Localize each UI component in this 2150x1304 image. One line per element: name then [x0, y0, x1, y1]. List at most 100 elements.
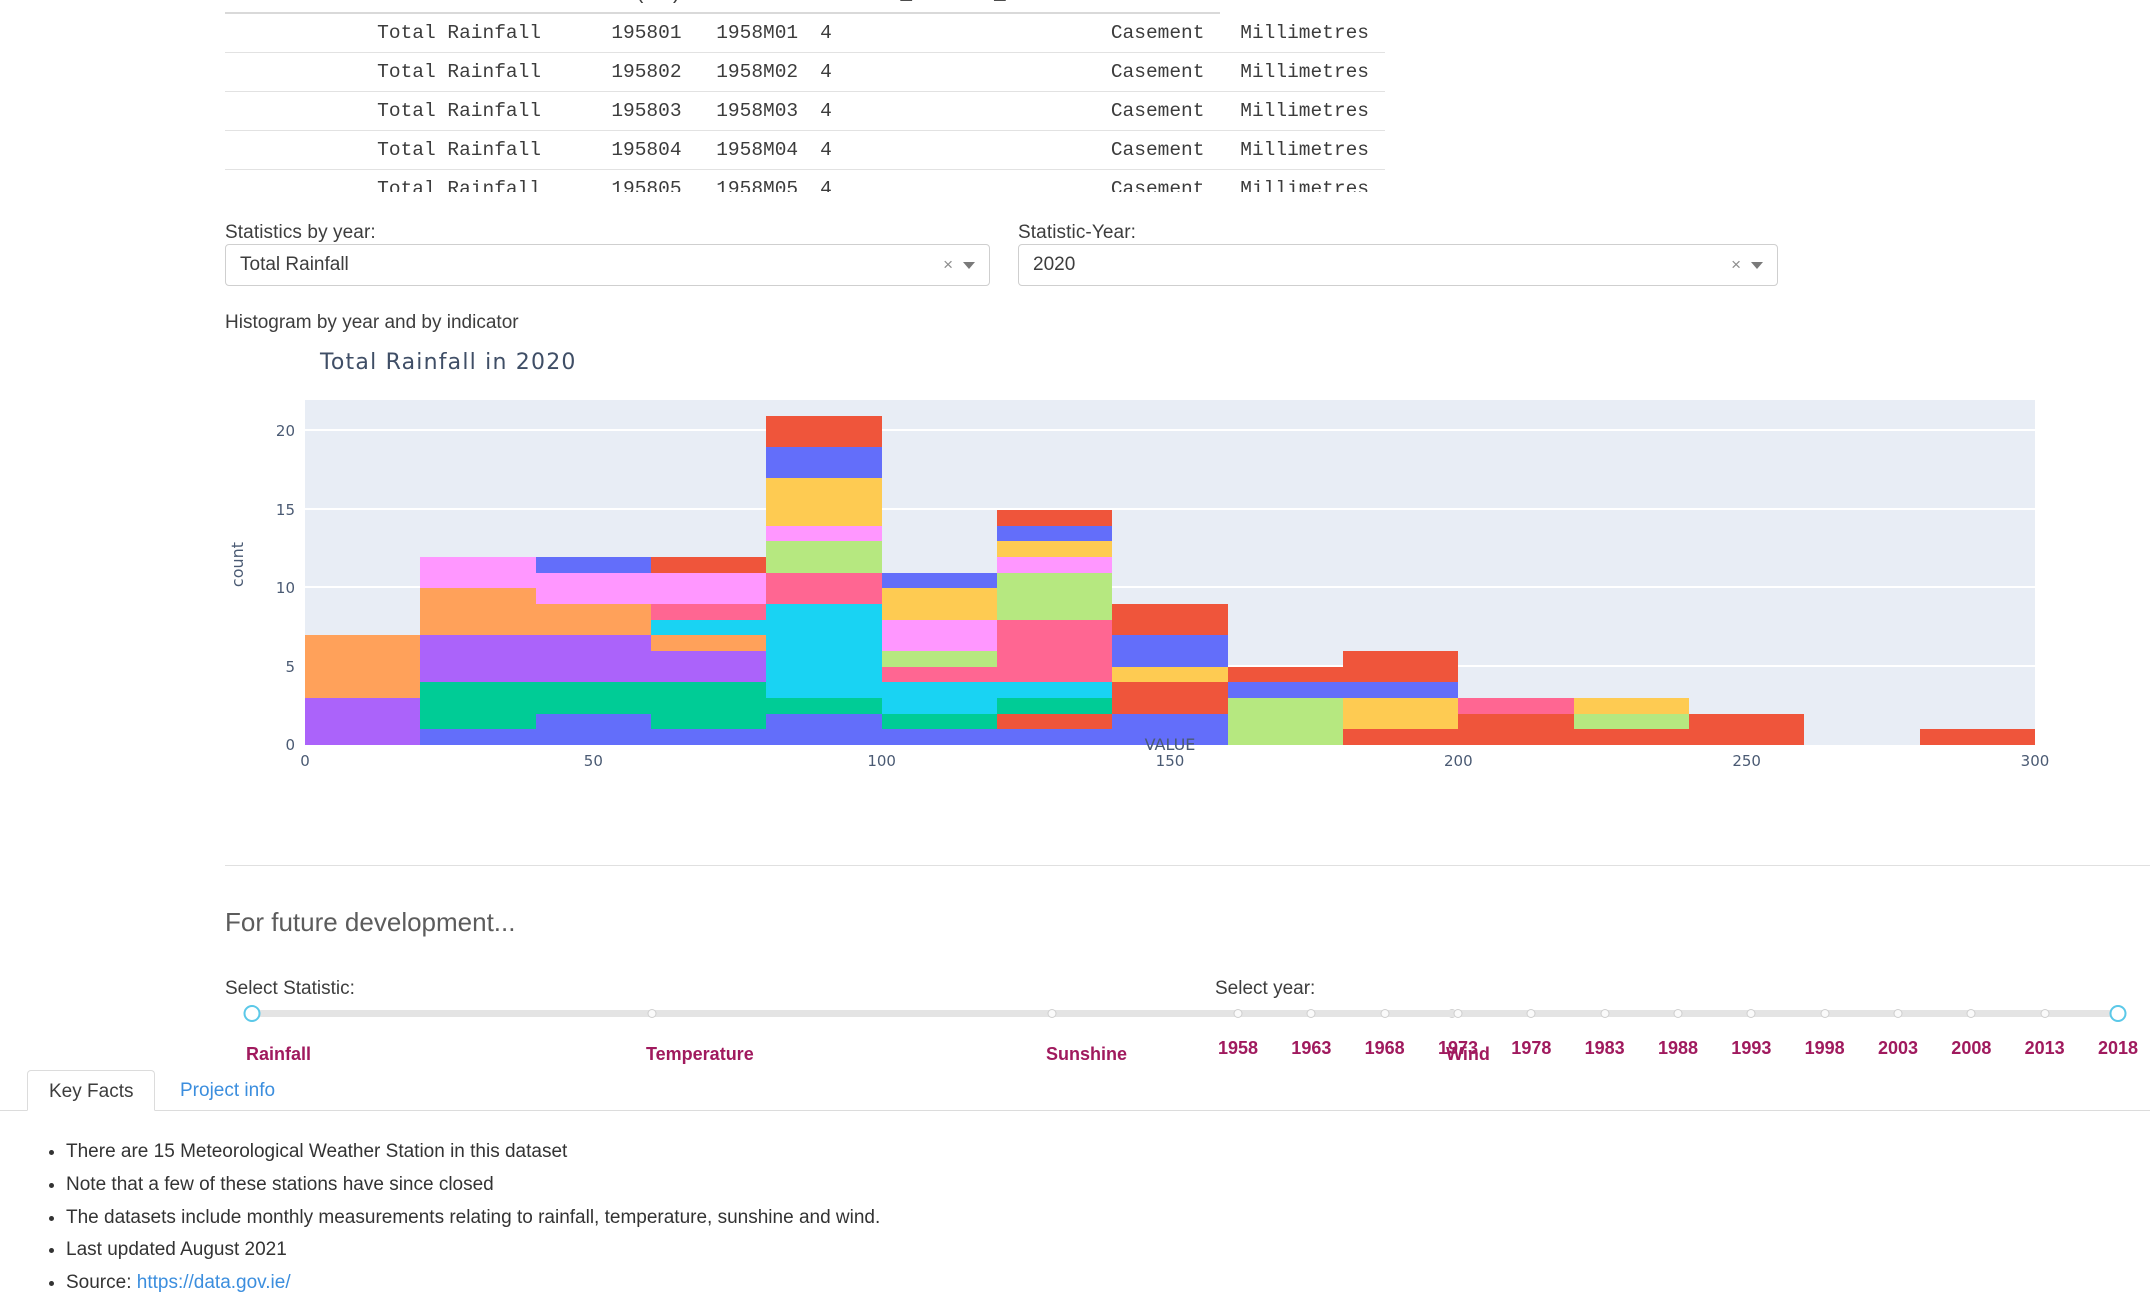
- histogram-bar-segment[interactable]: [1343, 650, 1459, 683]
- histogram-bar-segment[interactable]: [535, 603, 651, 636]
- year-slider-handle[interactable]: [2109, 1005, 2127, 1022]
- histogram-bar-segment[interactable]: [535, 572, 651, 604]
- histogram-bar[interactable]: [766, 415, 882, 745]
- year-slider-option[interactable]: 2018: [2098, 1038, 2138, 1059]
- histogram-bar[interactable]: [881, 557, 997, 745]
- year-select[interactable]: 2020 ×: [1018, 244, 1778, 286]
- year-slider-tick[interactable]: [2040, 1009, 2050, 1018]
- statistic-slider-handle[interactable]: [243, 1005, 261, 1022]
- chevron-down-icon[interactable]: [1751, 261, 1763, 269]
- year-slider-tick[interactable]: [1233, 1009, 1243, 1018]
- histogram-bar-segment[interactable]: [997, 682, 1113, 698]
- histogram-bar-segment[interactable]: [1112, 603, 1228, 636]
- year-slider-tick[interactable]: [1600, 1009, 1610, 1018]
- histogram-bar-segment[interactable]: [651, 635, 767, 651]
- statistic-select[interactable]: Total Rainfall ×: [225, 244, 990, 286]
- statistic-slider-option[interactable]: Rainfall: [246, 1044, 311, 1065]
- clear-icon[interactable]: ×: [943, 255, 963, 275]
- histogram-bar-segment[interactable]: [1343, 682, 1459, 698]
- histogram-bar-segment[interactable]: [651, 682, 767, 730]
- histogram-bar-segment[interactable]: [766, 415, 882, 448]
- year-slider-option[interactable]: 1968: [1365, 1038, 1405, 1059]
- year-slider-tick[interactable]: [1966, 1009, 1976, 1018]
- histogram-bar-segment[interactable]: [1343, 697, 1459, 730]
- histogram-bar-segment[interactable]: [766, 541, 882, 573]
- year-slider-option[interactable]: 1978: [1511, 1038, 1551, 1059]
- year-slider-tick[interactable]: [1306, 1009, 1316, 1018]
- histogram-bar-segment[interactable]: [1573, 697, 1689, 714]
- histogram-bar-segment[interactable]: [766, 697, 882, 714]
- histogram-bar-segment[interactable]: [881, 572, 997, 589]
- histogram-bar-segment[interactable]: [997, 541, 1113, 557]
- clear-icon[interactable]: ×: [1731, 255, 1751, 275]
- year-slider-tick[interactable]: [1820, 1009, 1830, 1018]
- histogram-bar[interactable]: [420, 556, 536, 745]
- year-slider-option[interactable]: 2003: [1878, 1038, 1918, 1059]
- histogram-bar-segment[interactable]: [1573, 713, 1689, 730]
- histogram-bar-segment[interactable]: [766, 603, 882, 698]
- histogram-bar-segment[interactable]: [997, 556, 1113, 573]
- histogram-bar-segment[interactable]: [535, 635, 651, 683]
- year-slider-option[interactable]: 1993: [1731, 1038, 1771, 1059]
- year-slider-option[interactable]: 1958: [1218, 1038, 1258, 1059]
- histogram-bar[interactable]: [1112, 603, 1228, 745]
- histogram-bar-segment[interactable]: [1112, 666, 1228, 683]
- year-slider-option[interactable]: 1973: [1438, 1038, 1478, 1059]
- year-slider-option[interactable]: 1988: [1658, 1038, 1698, 1059]
- year-slider-option[interactable]: 1983: [1585, 1038, 1625, 1059]
- year-slider-tick[interactable]: [1893, 1009, 1903, 1018]
- histogram-bar-segment[interactable]: [766, 525, 882, 542]
- statistic-slider-option[interactable]: Temperature: [646, 1044, 754, 1065]
- histogram-bar-segment[interactable]: [881, 619, 997, 651]
- histogram-bar-segment[interactable]: [420, 588, 536, 636]
- histogram-bar-segment[interactable]: [766, 572, 882, 604]
- chevron-down-icon[interactable]: [963, 261, 975, 269]
- histogram-bar[interactable]: [535, 556, 651, 745]
- statistic-slider-tick[interactable]: [647, 1009, 657, 1018]
- histogram-bar-segment[interactable]: [766, 447, 882, 479]
- histogram-bar-segment[interactable]: [305, 635, 421, 698]
- histogram-bar-segment[interactable]: [420, 682, 536, 730]
- histogram-bar-segment[interactable]: [651, 556, 767, 573]
- histogram-bar-segment[interactable]: [997, 697, 1113, 714]
- histogram-bar-segment[interactable]: [997, 619, 1113, 683]
- histogram-bar-segment[interactable]: [997, 713, 1113, 730]
- histogram-bar-segment[interactable]: [1227, 666, 1343, 683]
- histogram-bar-segment[interactable]: [651, 619, 767, 636]
- year-slider-tick[interactable]: [1526, 1009, 1536, 1018]
- histogram-bar-segment[interactable]: [420, 556, 536, 589]
- histogram-bar-segment[interactable]: [766, 478, 882, 526]
- histogram-bar-segment[interactable]: [997, 525, 1113, 542]
- histogram-bar[interactable]: [305, 635, 421, 745]
- year-slider-tick[interactable]: [1673, 1009, 1683, 1018]
- year-slider-option[interactable]: 1998: [1805, 1038, 1845, 1059]
- histogram-bar-segment[interactable]: [535, 682, 651, 714]
- histogram-bar[interactable]: [1227, 666, 1343, 745]
- histogram-bar-segment[interactable]: [1227, 682, 1343, 698]
- histogram-bar-segment[interactable]: [651, 650, 767, 683]
- histogram-bar-segment[interactable]: [651, 603, 767, 620]
- histogram-bar-segment[interactable]: [881, 650, 997, 667]
- histogram-bar-segment[interactable]: [420, 635, 536, 683]
- histogram-bar-segment[interactable]: [881, 713, 997, 730]
- tab-project-info[interactable]: Project info: [159, 1070, 296, 1111]
- year-slider-tick[interactable]: [1380, 1009, 1390, 1018]
- histogram-bar-segment[interactable]: [881, 588, 997, 620]
- source-link[interactable]: https://data.gov.ie/: [137, 1272, 291, 1293]
- year-slider-option[interactable]: 2013: [2025, 1038, 2065, 1059]
- histogram-bar-segment[interactable]: [1458, 697, 1574, 714]
- year-slider-option[interactable]: 2008: [1951, 1038, 1991, 1059]
- histogram-bar-segment[interactable]: [881, 682, 997, 714]
- histogram-bar-segment[interactable]: [651, 572, 767, 604]
- histogram-bar[interactable]: [997, 494, 1113, 745]
- statistic-slider-option[interactable]: Sunshine: [1046, 1044, 1127, 1065]
- statistic-slider-tick[interactable]: [1047, 1009, 1057, 1018]
- histogram-bar[interactable]: [1343, 650, 1459, 745]
- histogram-bar-segment[interactable]: [1112, 635, 1228, 667]
- histogram-bar-segment[interactable]: [535, 556, 651, 573]
- histogram-bar-segment[interactable]: [881, 666, 997, 683]
- histogram-bar-segment[interactable]: [997, 572, 1113, 620]
- year-slider-option[interactable]: 1963: [1291, 1038, 1331, 1059]
- tab-key-facts[interactable]: Key Facts: [27, 1070, 156, 1111]
- histogram-bar[interactable]: [651, 556, 767, 745]
